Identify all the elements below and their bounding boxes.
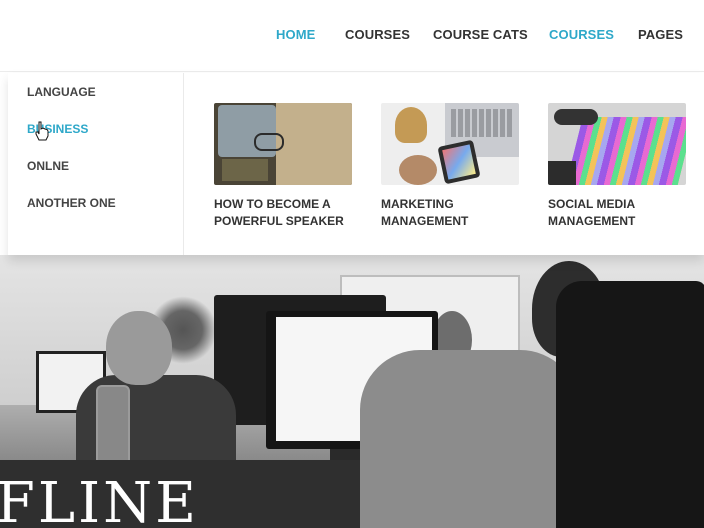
colorful-notes-photo-icon bbox=[548, 103, 686, 185]
category-language[interactable]: LANGUAGE bbox=[27, 85, 96, 99]
courses-mega-menu: LANGUAGE BUSINESS ONLNE ANOTHER ONE HOW … bbox=[8, 73, 704, 255]
category-online[interactable]: ONLNE bbox=[27, 159, 69, 173]
nav-course-cats[interactable]: COURSE CATS bbox=[433, 27, 528, 42]
course-card-speaker[interactable]: HOW TO BECOME A POWERFUL SPEAKER bbox=[214, 103, 352, 230]
course-card-marketing[interactable]: MARKETING MANAGEMENT bbox=[381, 103, 519, 230]
course-card-social-media[interactable]: SOCIAL MEDIA MANAGEMENT bbox=[548, 103, 686, 230]
category-another-one[interactable]: ANOTHER ONE bbox=[27, 196, 116, 210]
nav-courses-active[interactable]: COURSES bbox=[549, 27, 614, 42]
top-navbar: HOME COURSES COURSE CATS COURSES PAGES bbox=[0, 0, 704, 72]
nav-pages[interactable]: PAGES bbox=[638, 27, 683, 42]
course-title-line: POWERFUL SPEAKER bbox=[214, 214, 344, 228]
books-glasses-photo-icon bbox=[214, 103, 352, 185]
nav-courses[interactable]: COURSES bbox=[345, 27, 410, 42]
course-title-line: MARKETING bbox=[381, 197, 454, 211]
hero-person-right-body bbox=[360, 350, 580, 528]
course-title: SOCIAL MEDIA MANAGEMENT bbox=[548, 196, 686, 230]
hand-pointer-icon bbox=[35, 121, 49, 141]
course-title-line: MANAGEMENT bbox=[548, 214, 636, 228]
nav-home[interactable]: HOME bbox=[276, 27, 315, 42]
course-title: MARKETING MANAGEMENT bbox=[381, 196, 519, 230]
course-title: HOW TO BECOME A POWERFUL SPEAKER bbox=[214, 196, 352, 230]
hero-bottle bbox=[96, 385, 130, 469]
course-title-line: HOW TO BECOME A bbox=[214, 197, 331, 211]
hero-person-left-head bbox=[106, 311, 172, 385]
course-title-line: MANAGEMENT bbox=[381, 214, 469, 228]
laptop-phone-photo-icon bbox=[381, 103, 519, 185]
course-title-line: SOCIAL MEDIA bbox=[548, 197, 636, 211]
hero-title: FLINE bbox=[0, 471, 200, 528]
category-list: LANGUAGE BUSINESS ONLNE ANOTHER ONE bbox=[8, 73, 184, 255]
hero-chair bbox=[556, 281, 704, 528]
